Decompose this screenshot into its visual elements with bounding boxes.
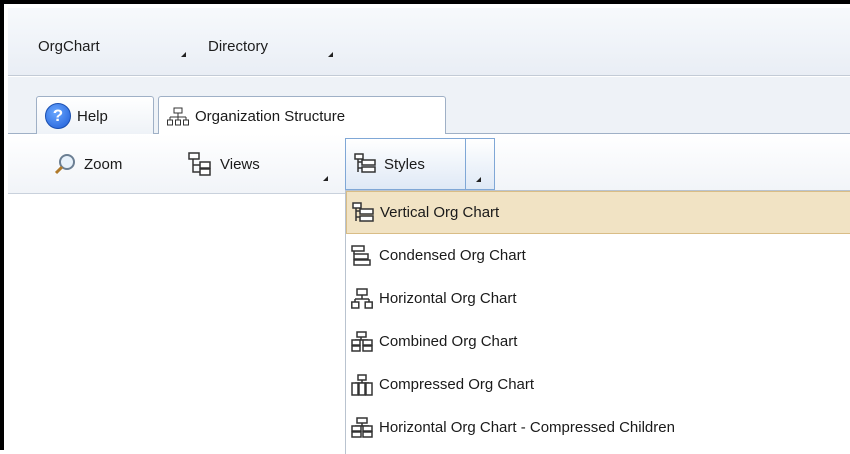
tab-organization-structure-label: Organization Structure <box>195 108 346 125</box>
menu-item-label: Compressed Org Chart <box>379 376 535 393</box>
vertical-org-chart-icon <box>354 153 376 173</box>
help-icon: ? <box>45 103 71 129</box>
styles-button[interactable]: Styles <box>345 138 495 190</box>
tree-views-icon <box>188 152 211 176</box>
views-label: Views <box>220 155 260 173</box>
menu-item-label: Combined Org Chart <box>379 333 518 350</box>
tab-organization-structure[interactable]: Organization Structure <box>158 96 446 136</box>
menu-item-compressed-org-chart[interactable]: Compressed Org Chart <box>346 363 850 406</box>
split-divider <box>465 139 466 189</box>
menu-item-condensed-org-chart[interactable]: Condensed Org Chart <box>346 234 850 277</box>
tab-help-label: Help <box>77 107 108 125</box>
menu-directory[interactable]: Directory <box>208 38 333 60</box>
horizontal-compressed-children-icon <box>351 416 373 438</box>
menu-item-combined-org-chart[interactable]: Combined Org Chart <box>346 320 850 363</box>
dropdown-caret-icon <box>323 176 328 181</box>
zoom-label: Zoom <box>84 155 123 173</box>
menu-item-label: Horizontal Org Chart - Compressed Childr… <box>379 419 675 436</box>
vertical-org-chart-icon <box>352 201 374 222</box>
menu-item-horizontal-compressed-children[interactable]: Horizontal Org Chart - Compressed Childr… <box>346 406 850 449</box>
styles-dropdown-menu: Vertical Org Chart Condensed Org Chart H… <box>345 190 850 454</box>
menu-orgchart[interactable]: OrgChart <box>38 38 186 60</box>
views-button[interactable]: Views <box>188 134 328 194</box>
horizontal-org-chart-icon <box>351 287 373 309</box>
menu-item-horizontal-org-chart[interactable]: Horizontal Org Chart <box>346 277 850 320</box>
compressed-org-chart-icon <box>351 373 373 396</box>
menu-bar: OrgChart Directory <box>8 8 850 76</box>
menu-item-label: Condensed Org Chart <box>379 247 526 264</box>
condensed-org-chart-icon <box>351 244 371 266</box>
tab-help[interactable]: ? Help <box>36 96 154 135</box>
combined-org-chart-icon <box>351 330 373 352</box>
styles-label: Styles <box>384 155 425 173</box>
menu-directory-label: Directory <box>208 38 269 55</box>
menu-item-label: Vertical Org Chart <box>380 204 500 221</box>
menu-orgchart-label: OrgChart <box>38 38 100 55</box>
magnifier-icon <box>54 154 75 175</box>
dropdown-caret-icon[interactable] <box>476 177 481 182</box>
tab-strip: ? Help Organization Structure <box>8 77 850 136</box>
dropdown-caret-icon <box>328 52 333 57</box>
app-window: OrgChart Directory ? Help Organization S… <box>0 0 850 454</box>
dropdown-caret-icon <box>181 52 186 57</box>
menu-item-vertical-org-chart[interactable]: Vertical Org Chart <box>346 191 850 234</box>
zoom-button[interactable]: Zoom <box>54 134 122 194</box>
menu-item-label: Horizontal Org Chart <box>379 290 517 307</box>
org-structure-icon <box>167 107 189 125</box>
toolbar: Zoom Views Styles <box>8 134 850 194</box>
